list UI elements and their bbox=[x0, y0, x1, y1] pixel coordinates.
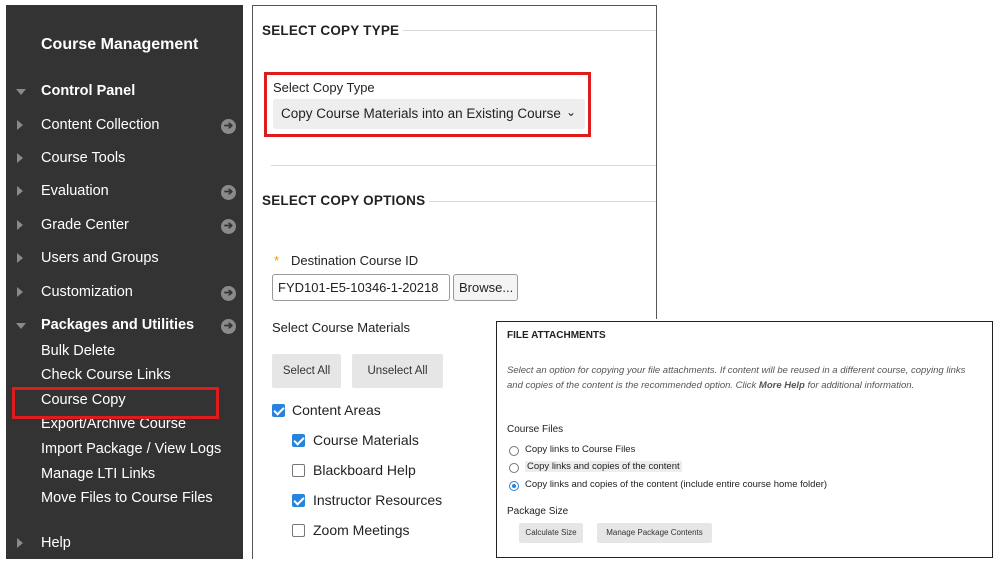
sidebar-item-label: Grade Center bbox=[41, 217, 129, 233]
package-size-label: Package Size bbox=[507, 506, 569, 517]
radio-copy-entire-folder[interactable] bbox=[509, 481, 519, 491]
manage-package-contents-button[interactable]: Manage Package Contents bbox=[597, 523, 712, 543]
sidebar-item-evaluation[interactable]: Evaluation ➔ bbox=[6, 181, 243, 205]
sidebar-item-packages-and-utilities[interactable]: Packages and Utilities ➔ bbox=[6, 315, 243, 339]
sidebar-title: Course Management bbox=[41, 36, 199, 53]
sidebar-item-label: Content Collection bbox=[41, 117, 160, 133]
course-materials-checkbox[interactable] bbox=[292, 434, 305, 447]
collapsed-triangle-icon bbox=[17, 253, 23, 263]
course-materials-label: Course Materials bbox=[313, 432, 419, 448]
sidebar-link-manage-lti[interactable]: Manage LTI Links bbox=[41, 466, 155, 482]
expanded-triangle-icon bbox=[16, 89, 26, 95]
browse-button[interactable]: Browse... bbox=[453, 274, 518, 301]
zoom-meetings-checkbox[interactable] bbox=[292, 524, 305, 537]
sidebar-item-grade-center[interactable]: Grade Center ➔ bbox=[6, 215, 243, 239]
sidebar-item-customization[interactable]: Customization ➔ bbox=[6, 282, 243, 306]
sidebar-item-content-collection[interactable]: Content Collection ➔ bbox=[6, 115, 243, 139]
select-all-button[interactable]: Select All bbox=[272, 354, 341, 388]
collapsed-triangle-icon bbox=[17, 153, 23, 163]
sidebar-item-label: Packages and Utilities bbox=[41, 317, 195, 333]
sidebar-item-control-panel[interactable]: Control Panel bbox=[6, 81, 243, 105]
sidebar-link-import-package[interactable]: Import Package / View Logs bbox=[41, 441, 221, 457]
radio-copy-links-and-copies-label: Copy links and copies of the content bbox=[525, 461, 682, 472]
sidebar-link-bulk-delete[interactable]: Bulk Delete bbox=[41, 343, 115, 359]
file-attachments-title: FILE ATTACHMENTS bbox=[507, 330, 606, 341]
collapsed-triangle-icon bbox=[17, 186, 23, 196]
select-materials-label: Select Course Materials bbox=[272, 320, 410, 335]
sidebar-item-help[interactable]: Help bbox=[6, 533, 243, 557]
section-title-copy-type: SELECT COPY TYPE bbox=[262, 23, 400, 38]
course-files-label: Course Files bbox=[507, 424, 564, 435]
arrow-circle-icon[interactable]: ➔ bbox=[221, 319, 236, 334]
instructor-resources-label: Instructor Resources bbox=[313, 492, 443, 508]
more-help-text: More Help bbox=[758, 380, 805, 391]
section-title-copy-options: SELECT COPY OPTIONS bbox=[262, 193, 426, 208]
copy-type-highlight bbox=[264, 72, 591, 137]
content-areas-label: Content Areas bbox=[292, 402, 381, 418]
calculate-size-button[interactable]: Calculate Size bbox=[519, 523, 583, 543]
blackboard-help-checkbox[interactable] bbox=[292, 464, 305, 477]
section-divider bbox=[271, 165, 656, 166]
sidebar-link-check-course-links[interactable]: Check Course Links bbox=[41, 367, 171, 383]
sidebar-item-label: Users and Groups bbox=[41, 250, 159, 266]
collapsed-triangle-icon bbox=[17, 538, 23, 548]
collapsed-triangle-icon bbox=[17, 220, 23, 230]
arrow-circle-icon[interactable]: ➔ bbox=[221, 286, 236, 301]
radio-copy-links-and-copies[interactable] bbox=[509, 463, 519, 473]
radio-copy-links[interactable] bbox=[509, 446, 519, 456]
arrow-circle-icon[interactable]: ➔ bbox=[221, 185, 236, 200]
required-icon: * bbox=[274, 253, 280, 268]
destination-course-label: Destination Course ID bbox=[291, 253, 419, 268]
sidebar-item-course-tools[interactable]: Course Tools bbox=[6, 148, 243, 172]
sidebar-item-label: Evaluation bbox=[41, 183, 109, 199]
sidebar-item-label: Help bbox=[41, 535, 71, 551]
section-divider bbox=[429, 201, 656, 202]
arrow-circle-icon[interactable]: ➔ bbox=[221, 219, 236, 234]
file-attachments-description: Select an option for copying your file a… bbox=[507, 365, 966, 391]
expanded-triangle-icon bbox=[16, 323, 26, 329]
destination-course-input[interactable]: FYD101-E5-10346-1-20218 bbox=[272, 274, 450, 301]
radio-copy-links-label: Copy links to Course Files bbox=[525, 444, 636, 455]
instructor-resources-checkbox[interactable] bbox=[292, 494, 305, 507]
sidebar-item-users-and-groups[interactable]: Users and Groups bbox=[6, 248, 243, 272]
sidebar-item-label: Control Panel bbox=[41, 83, 136, 99]
file-attachments-panel: FILE ATTACHMENTS Select an option for co… bbox=[496, 321, 993, 558]
content-areas-checkbox[interactable] bbox=[272, 404, 285, 417]
course-management-sidebar: Course Management Control Panel Content … bbox=[6, 5, 243, 559]
zoom-meetings-label: Zoom Meetings bbox=[313, 522, 410, 538]
sidebar-link-move-files[interactable]: Move Files to Course Files bbox=[41, 490, 213, 506]
unselect-all-button[interactable]: Unselect All bbox=[352, 354, 443, 388]
collapsed-triangle-icon bbox=[17, 120, 23, 130]
course-copy-highlight bbox=[12, 387, 219, 419]
section-divider bbox=[403, 30, 656, 31]
sidebar-item-label: Course Tools bbox=[41, 150, 126, 166]
arrow-circle-icon[interactable]: ➔ bbox=[221, 119, 236, 134]
blackboard-help-label: Blackboard Help bbox=[313, 462, 416, 478]
sidebar-item-label: Customization bbox=[41, 284, 133, 300]
collapsed-triangle-icon bbox=[17, 287, 23, 297]
radio-copy-entire-folder-label: Copy links and copies of the content (in… bbox=[525, 479, 828, 490]
